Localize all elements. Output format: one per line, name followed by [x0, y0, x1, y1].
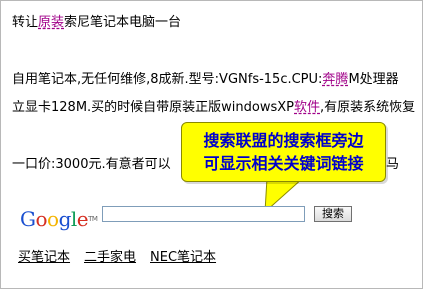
- search-input[interactable]: [102, 206, 305, 222]
- keyword-link-benteng[interactable]: 奔腾: [322, 72, 348, 87]
- related-link-buy-laptop[interactable]: 买笔记本: [18, 250, 70, 266]
- post-price-line: 一口价:3000元.有意者可以: [12, 157, 171, 172]
- post-title: 转让原装索尼笔记本电脑一台: [12, 15, 182, 30]
- related-link-nec-laptop[interactable]: NEC笔记本: [150, 250, 216, 266]
- post-line-2: 立显卡128M.买的时候自带原装正版windowsXP软件,有原装系统恢复: [12, 100, 416, 115]
- callout-line-1: 搜索联盟的搜索框旁边: [203, 131, 364, 150]
- post-line-2-clip: 立显卡128M.买的时候自带原装正版windowsXP软件,有原装系统恢复: [0, 100, 421, 116]
- google-logo: GoogleTM: [20, 207, 98, 231]
- post-price-tail: 马: [386, 157, 400, 172]
- search-button[interactable]: 搜索: [314, 206, 352, 222]
- post-line-1-clip: 自用笔记本,无任何维修,8成新.型号:VGNfs-15c.CPU:奔腾M处理器: [0, 72, 421, 88]
- callout-line-2: 可显示相关关键词链接: [203, 154, 364, 173]
- annotation-callout: 搜索联盟的搜索框旁边 可显示相关关键词链接: [181, 122, 386, 182]
- keyword-link-ruanjian[interactable]: 软件: [294, 100, 320, 115]
- keyword-link-yuanzhuang[interactable]: 原装: [38, 15, 64, 30]
- post-line-1: 自用笔记本,无任何维修,8成新.型号:VGNfs-15c.CPU:奔腾M处理器: [12, 72, 399, 87]
- related-link-used-appliances[interactable]: 二手家电: [84, 250, 136, 266]
